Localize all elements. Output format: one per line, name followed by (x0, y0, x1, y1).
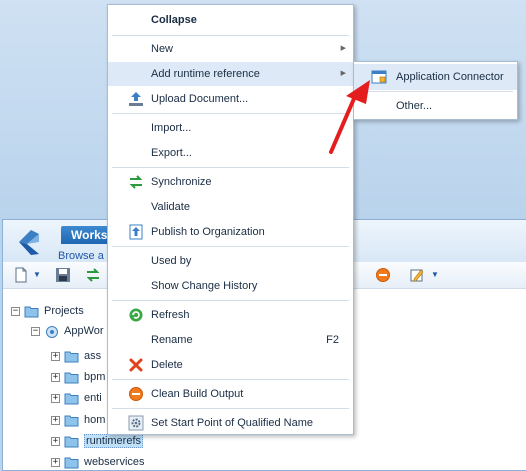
folder-open-icon (24, 306, 39, 317)
stop-icon[interactable] (375, 267, 391, 283)
clean-build-icon (129, 387, 143, 401)
tree-node-folder[interactable]: + ass (51, 347, 101, 365)
menu-item-upload-document[interactable]: Upload Document... (108, 87, 353, 111)
expand-toggle[interactable]: + (51, 351, 60, 361)
menu-separator (112, 35, 349, 36)
tree-label: Projects (44, 305, 84, 317)
tree-label: ass (84, 350, 102, 362)
menu-separator (112, 300, 349, 301)
workspace-subtitle: Browse a (58, 250, 104, 262)
menu-item-validate[interactable]: Validate (108, 195, 353, 219)
collapse-toggle[interactable]: − (31, 326, 40, 336)
menu-item-rename[interactable]: Rename F2 (108, 328, 353, 352)
submenu-arrow-icon: ▶ (340, 45, 346, 52)
tree-node-folder[interactable]: + bpm (51, 368, 105, 386)
new-document-icon[interactable] (13, 267, 29, 283)
folder-icon (64, 351, 79, 362)
menu-item-add-runtime-reference[interactable]: Add runtime reference ▶ (108, 62, 353, 86)
tree-node-folder[interactable]: + webservices (51, 453, 145, 471)
context-menu: Collapse New ▶ Add runtime reference ▶ U… (107, 4, 354, 435)
menu-item-label: New (151, 43, 174, 55)
menu-item-export[interactable]: Export... (108, 141, 353, 165)
expand-toggle[interactable]: + (51, 436, 60, 446)
tree-label: webservices (84, 456, 145, 468)
sync-toolbar-icon[interactable] (85, 267, 101, 283)
menu-item-label: Synchronize (151, 176, 212, 188)
tree-node-projects[interactable]: − Projects (11, 302, 84, 320)
menu-item-label: Delete (151, 359, 183, 371)
dropdown-arrow-icon[interactable]: ▼ (431, 267, 447, 283)
tree-label: enti (84, 392, 102, 404)
menu-separator (112, 167, 349, 168)
publish-icon (129, 224, 143, 240)
expand-toggle[interactable]: + (51, 457, 60, 467)
tree-label: AppWor (64, 325, 104, 337)
menu-item-publish[interactable]: Publish to Organization (108, 220, 353, 244)
submenu-item-label: Application Connector (396, 71, 504, 83)
app-logo-icon (19, 230, 39, 255)
dropdown-arrow-icon[interactable]: ▼ (33, 267, 49, 283)
menu-item-label: Publish to Organization (151, 226, 265, 238)
delete-icon (129, 358, 143, 372)
folder-open-icon (64, 436, 79, 447)
shortcut-label: F2 (326, 334, 339, 346)
menu-separator (112, 113, 349, 114)
folder-icon (64, 415, 79, 426)
submenu-item-application-connector[interactable]: Application Connector (354, 64, 517, 90)
add-runtime-reference-submenu: Application Connector Other... (353, 61, 518, 120)
menu-item-label: Rename (151, 334, 193, 346)
menu-separator (358, 91, 513, 92)
synchronize-icon (129, 175, 143, 189)
menu-item-label: Upload Document... (151, 93, 249, 105)
menu-separator (112, 246, 349, 247)
menu-item-delete[interactable]: Delete (108, 353, 353, 377)
menu-separator (112, 408, 349, 409)
menu-item-synchronize[interactable]: Synchronize (108, 170, 353, 194)
menu-item-label: Set Start Point of Qualified Name (151, 417, 314, 429)
save-icon[interactable] (55, 267, 71, 283)
tree-node-folder[interactable]: + hom (51, 411, 105, 429)
expand-toggle[interactable]: + (51, 415, 60, 425)
tree-label: bpm (84, 371, 106, 383)
tree-label: runtimerefs (84, 434, 144, 448)
upload-icon (129, 92, 143, 106)
edit-properties-icon[interactable] (409, 267, 425, 283)
expand-toggle[interactable]: + (51, 372, 60, 382)
tree-node-project[interactable]: − AppWor (31, 322, 104, 340)
refresh-icon (129, 308, 143, 322)
folder-icon (64, 457, 79, 468)
submenu-item-other[interactable]: Other... (354, 93, 517, 119)
menu-item-import[interactable]: Import... (108, 116, 353, 140)
menu-separator (112, 379, 349, 380)
settings-gear-icon (128, 415, 144, 431)
menu-item-collapse[interactable]: Collapse (108, 8, 353, 32)
folder-icon (64, 372, 79, 383)
menu-item-show-change-history[interactable]: Show Change History (108, 274, 353, 298)
tree-node-folder[interactable]: + enti (51, 389, 102, 407)
tree-label: hom (84, 414, 106, 426)
expand-toggle[interactable]: + (51, 393, 60, 403)
project-icon (46, 325, 58, 338)
menu-item-refresh[interactable]: Refresh (108, 303, 353, 327)
menu-item-clean-build-output[interactable]: Clean Build Output (108, 382, 353, 406)
callout-arrow-icon (329, 80, 370, 154)
folder-icon (64, 393, 79, 404)
collapse-toggle[interactable]: − (11, 306, 20, 316)
menu-item-label: Clean Build Output (151, 388, 244, 400)
menu-item-set-start-point[interactable]: Set Start Point of Qualified Name (108, 411, 353, 435)
menu-item-label: Refresh (151, 309, 190, 321)
menu-item-label: Add runtime reference (151, 68, 260, 80)
menu-item-new[interactable]: New ▶ (108, 37, 353, 61)
menu-item-used-by[interactable]: Used by (108, 249, 353, 273)
